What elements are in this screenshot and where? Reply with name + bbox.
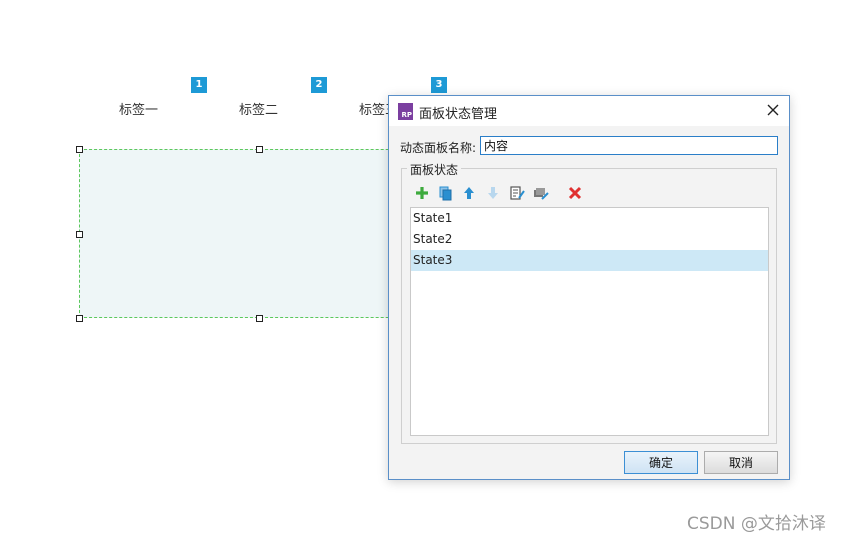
- dynamic-panel[interactable]: [79, 149, 439, 318]
- state-item-3[interactable]: State3: [411, 250, 768, 271]
- resize-handle-middle-left[interactable]: [76, 231, 83, 238]
- edit-all-states-icon[interactable]: [533, 185, 549, 201]
- tab-badge-3: 3: [431, 77, 447, 93]
- state-item-1[interactable]: State1: [411, 208, 768, 229]
- panel-state-manager-dialog: RP 面板状态管理 动态面板名称: 面板状态: [388, 95, 790, 480]
- add-icon[interactable]: [414, 185, 430, 201]
- cancel-button[interactable]: 取消: [704, 451, 778, 474]
- panel-name-input[interactable]: [480, 136, 778, 155]
- state-list[interactable]: State1 State2 State3: [410, 207, 769, 436]
- arrow-up-icon[interactable]: [461, 185, 477, 201]
- close-icon[interactable]: [765, 102, 781, 118]
- resize-handle-top-middle[interactable]: [256, 146, 263, 153]
- dialog-titlebar[interactable]: RP 面板状态管理: [389, 96, 789, 126]
- dialog-title: 面板状态管理: [419, 107, 498, 122]
- resize-handle-top-left[interactable]: [76, 146, 83, 153]
- panel-name-label: 动态面板名称:: [400, 141, 477, 155]
- delete-icon[interactable]: [567, 185, 583, 201]
- ok-button[interactable]: 确定: [624, 451, 698, 474]
- panel-states-legend: 面板状态: [407, 161, 462, 178]
- watermark: CSDN @文拾沐译: [687, 514, 826, 534]
- resize-handle-bottom-left[interactable]: [76, 315, 83, 322]
- state-item-2[interactable]: State2: [411, 229, 768, 250]
- axure-rp-icon: RP: [398, 103, 413, 120]
- tab-label-1[interactable]: 标签一: [119, 99, 158, 118]
- tab-badge-2: 2: [311, 77, 327, 93]
- edit-state-icon[interactable]: [509, 185, 525, 201]
- arrow-down-icon[interactable]: [485, 185, 501, 201]
- tab-badge-1: 1: [191, 77, 207, 93]
- resize-handle-bottom-middle[interactable]: [256, 315, 263, 322]
- tab-label-2[interactable]: 标签二: [239, 99, 278, 118]
- duplicate-icon[interactable]: [437, 185, 453, 201]
